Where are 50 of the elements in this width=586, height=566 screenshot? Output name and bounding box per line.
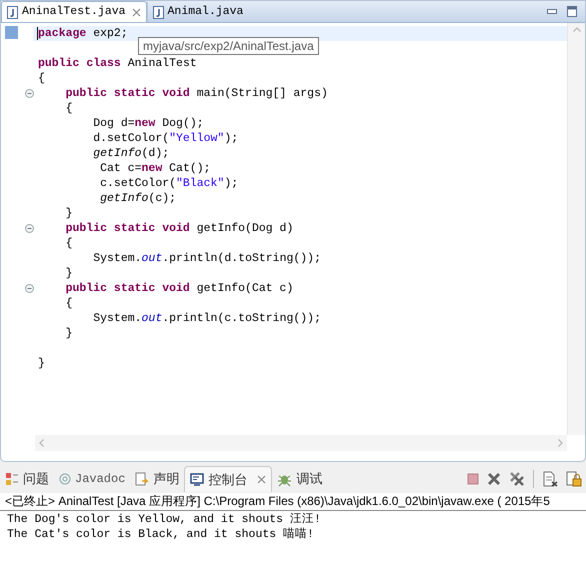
code-line: public static void getInfo(Cat c) [64, 282, 294, 295]
code-line: public static void getInfo(Dog d) [64, 222, 294, 235]
view-tab[interactable]: 问题 [0, 466, 54, 492]
java-file-icon [152, 6, 164, 18]
code-line: System.out.println(c.toString()); [92, 312, 321, 325]
problems-icon [5, 472, 19, 486]
terminate-icon[interactable] [467, 473, 479, 485]
code-line: public static void main(String[] args) [64, 87, 328, 100]
code-line: getInfo(c); [99, 192, 176, 205]
code-line: d.setColor("Yellow"); [92, 132, 238, 145]
collapse-icon[interactable] [25, 224, 34, 233]
view-tab[interactable]: Javadoc [54, 466, 130, 492]
editor-tab[interactable]: Animal.java [146, 2, 248, 22]
code-line: } [38, 357, 45, 370]
remove-all-icon[interactable] [509, 471, 525, 487]
vertical-scrollbar[interactable] [567, 23, 585, 435]
code-line: System.out.println(d.toString()); [92, 252, 321, 265]
code-line: { [64, 297, 73, 310]
code-line: package exp2; [38, 27, 128, 40]
close-icon[interactable] [257, 475, 266, 484]
console-header: <已终止> AninalTest [Java 应用程序] C:\Program Files (x86)\Java\jdk1.6.0_02\bin\javaw.exe ( 2015年5 [0, 493, 586, 511]
code-line: c.setColor("Black"); [99, 177, 238, 190]
monitor-icon [190, 473, 204, 486]
code-line: Cat c=new Cat(); [99, 162, 211, 175]
code-line: { [64, 102, 73, 115]
editor-tab[interactable]: AninalTest.java [1, 1, 147, 22]
code-line: getInfo(d); [92, 147, 170, 160]
view-tab[interactable]: 声明 [130, 466, 184, 492]
collapse-icon[interactable] [25, 89, 34, 98]
code-line: { [64, 237, 73, 250]
close-icon[interactable] [132, 8, 141, 16]
declaration-icon [135, 472, 150, 486]
code-line: } [64, 207, 73, 220]
lock-icon[interactable] [566, 471, 582, 487]
code-line: { [38, 72, 45, 85]
minimize-icon[interactable] [547, 9, 557, 14]
maximize-icon[interactable] [567, 6, 577, 17]
java-file-icon [7, 6, 18, 18]
collapse-icon[interactable] [25, 284, 34, 293]
code-line: public class AninalTest [38, 57, 197, 70]
console-output-line: The Cat's color is Black, and it shouts 喵喵! [7, 527, 315, 542]
console-output-line: The Dog's color is Yellow, and it shouts 汪汪! [7, 512, 322, 527]
code-line: } [64, 267, 73, 280]
view-tab[interactable]: 调试 [272, 466, 328, 492]
view-tab[interactable]: 控制台 [184, 466, 272, 492]
code-line: } [64, 327, 73, 340]
remove-icon[interactable] [487, 472, 501, 486]
tooltip: myjava/src/exp2/AninalTest.java [138, 37, 319, 55]
document-icon[interactable] [542, 471, 558, 487]
code-line: Dog d=new Dog(); [92, 117, 204, 130]
